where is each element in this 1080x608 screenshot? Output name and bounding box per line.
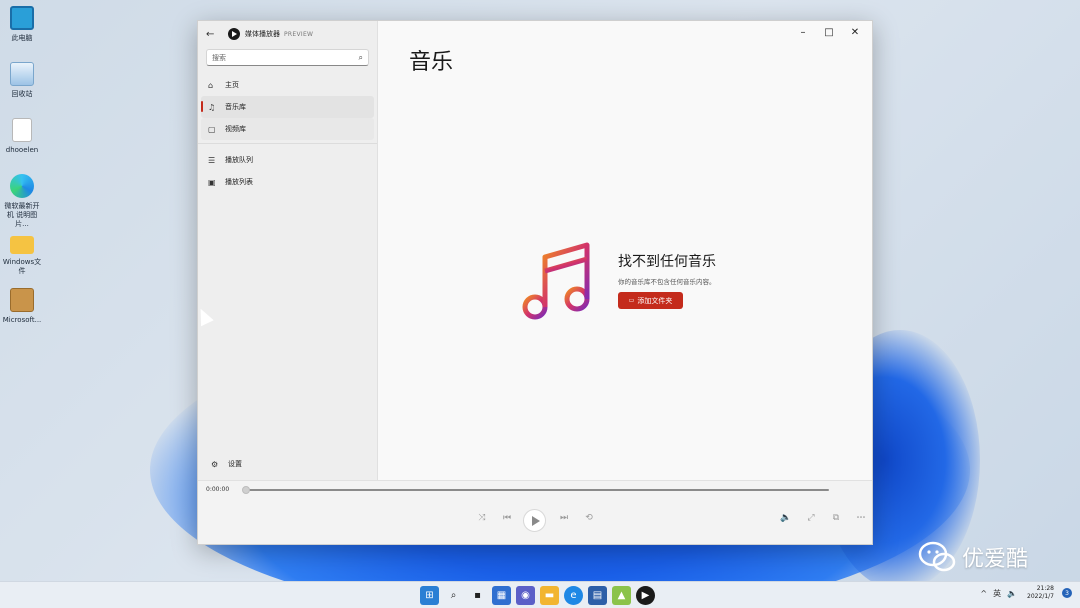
preview-tag: PREVIEW <box>284 30 314 38</box>
clock-time: 21:28 <box>1036 585 1054 592</box>
edge-icon <box>10 174 34 198</box>
playlist-icon: ▣ <box>208 177 216 187</box>
nav-item-play-queue[interactable]: ☰ 播放队列 <box>201 149 374 171</box>
seek-thumb[interactable] <box>242 486 250 494</box>
desktop-icon-label: 微软最新开机 说明图片... <box>4 202 40 228</box>
search-icon[interactable]: ⌕ <box>359 53 363 63</box>
app-title: 媒体播放器 <box>245 30 280 38</box>
volume-icon[interactable]: 🔈 <box>779 513 793 523</box>
nav-item-music-library[interactable]: ♫ 音乐库 <box>201 96 374 118</box>
recycle-bin-icon <box>10 62 34 86</box>
clock[interactable]: 21:28 2022/1/7 <box>1027 585 1054 601</box>
chevron-up-icon[interactable]: ^ <box>980 589 987 598</box>
folder-icon <box>10 236 34 254</box>
start-icon[interactable]: ⊞ <box>420 586 439 605</box>
desktop-icon-this-pc[interactable]: 此电脑 <box>2 6 42 43</box>
nav-divider <box>198 143 377 144</box>
music-note-illustration-icon <box>522 242 590 320</box>
search-input[interactable]: 搜索 ⌕ <box>206 49 369 66</box>
clock-date: 2022/1/7 <box>1027 593 1054 600</box>
folder-add-icon: ▭ <box>628 297 635 304</box>
desktop-icon-label: Windows文件 <box>2 258 42 275</box>
nav-item-settings[interactable]: ⚙ 设置 <box>204 453 378 475</box>
desktop-icon-folder[interactable]: Windows文件 <box>2 232 42 276</box>
sidebar: ← 媒体播放器 PREVIEW 搜索 ⌕ ⌂ 主页 ♫ 音乐库 ▢ 视频库 ☰ … <box>198 21 378 480</box>
notification-badge[interactable]: 3 <box>1062 588 1072 598</box>
nav-item-label: 播放列表 <box>225 178 253 186</box>
seek-bar[interactable] <box>246 489 829 491</box>
system-tray: ^ 英 🔈 21:28 2022/1/7 3 <box>974 585 1072 601</box>
watermark-text: 优爱酷 <box>962 547 1029 572</box>
gear-icon: ⚙ <box>211 459 219 469</box>
previous-icon[interactable]: ⏮ <box>500 513 514 523</box>
file-explorer-icon[interactable]: ▬ <box>540 586 559 605</box>
music-note-icon: ♫ <box>208 102 216 112</box>
chat-icon[interactable]: ◉ <box>516 586 535 605</box>
nav-item-label: 播放队列 <box>225 156 253 164</box>
nav-item-video-library[interactable]: ▢ 视频库 <box>201 118 374 140</box>
app-header: ← 媒体播放器 PREVIEW <box>198 21 377 47</box>
play-button[interactable] <box>523 509 546 532</box>
next-icon[interactable]: ⏭ <box>557 513 571 523</box>
selection-indicator <box>201 101 203 112</box>
nav-item-home[interactable]: ⌂ 主页 <box>201 74 374 96</box>
taskbar: ⊞ ⌕ ▪ ▦ ◉ ▬ e ▤ ▲ ▶ ^ 英 🔈 21:28 2022/1/7… <box>0 581 1080 608</box>
edge-icon[interactable]: e <box>564 586 583 605</box>
shuffle-icon[interactable]: ⤨ <box>475 513 489 523</box>
empty-subtext: 你的音乐库不包含任何音乐内容。 <box>618 278 716 286</box>
window-controls: – □ ✕ <box>790 23 868 41</box>
app-logo-icon <box>228 28 240 40</box>
elapsed-time: 0:00:00 <box>206 486 230 493</box>
desktop-icon-file[interactable]: dhooelen <box>2 118 42 155</box>
language-indicator[interactable]: 英 <box>993 588 1001 599</box>
wechat-logo-icon <box>918 541 956 572</box>
store-icon[interactable]: ▤ <box>588 586 607 605</box>
search-placeholder: 搜索 <box>212 53 226 62</box>
taskbar-apps: ⊞ ⌕ ▪ ▦ ◉ ▬ e ▤ ▲ ▶ <box>420 586 660 605</box>
desktop-icon-recycle-bin[interactable]: 回收站 <box>2 62 42 99</box>
desktop-icon-label: 回收站 <box>11 90 33 98</box>
file-icon <box>12 118 32 142</box>
add-folder-label: 添加文件夹 <box>637 296 673 305</box>
desktop-icon-package[interactable]: Microsoft... <box>2 288 42 325</box>
desktop-icon-label: 此电脑 <box>11 34 33 42</box>
player-bar: 0:00:00 ⤨ ⏮ ⏭ ⟲ 🔈 ⤢ ⧉ ⋯ <box>198 480 872 544</box>
speaker-icon[interactable]: 🔈 <box>1007 589 1017 598</box>
nav-list: ⌂ 主页 ♫ 音乐库 ▢ 视频库 ☰ 播放队列 ▣ 播放列表 <box>198 74 377 193</box>
home-icon: ⌂ <box>208 80 214 90</box>
mini-player-icon[interactable]: ⧉ <box>829 513 843 523</box>
media-player-icon[interactable]: ▶ <box>636 586 655 605</box>
video-icon: ▢ <box>208 124 216 134</box>
nav-item-label: 音乐库 <box>225 103 246 111</box>
minimize-button[interactable]: – <box>790 23 816 41</box>
package-icon <box>10 288 34 312</box>
empty-state: 找不到任何音乐 你的音乐库不包含任何音乐内容。 ▭ 添加文件夹 <box>522 237 716 323</box>
widgets-icon[interactable]: ▦ <box>492 586 511 605</box>
computer-icon <box>10 6 34 30</box>
android-icon[interactable]: ▲ <box>612 586 631 605</box>
nav-item-label: 设置 <box>228 460 242 468</box>
page-title: 音乐 <box>409 50 454 75</box>
desktop-icon-label: Microsoft... <box>2 316 42 324</box>
media-player-window: ← 媒体播放器 PREVIEW 搜索 ⌕ ⌂ 主页 ♫ 音乐库 ▢ 视频库 ☰ … <box>197 20 873 545</box>
nav-item-label: 主页 <box>225 81 239 89</box>
back-arrow-icon[interactable]: ← <box>206 29 220 40</box>
add-folder-button[interactable]: ▭ 添加文件夹 <box>618 292 683 309</box>
maximize-button[interactable]: □ <box>816 23 842 41</box>
desktop-icon-edge[interactable]: 微软最新开机 说明图片... <box>2 174 42 229</box>
main-content: – □ ✕ 音乐 找不到任何音乐 你的音乐库不包含任何音乐内容。 ▭ 添加文件夹 <box>378 21 872 480</box>
search-icon[interactable]: ⌕ <box>444 586 463 605</box>
fullscreen-icon[interactable]: ⤢ <box>804 513 818 523</box>
nav-item-playlists[interactable]: ▣ 播放列表 <box>201 171 374 193</box>
empty-heading: 找不到任何音乐 <box>618 254 716 270</box>
close-button[interactable]: ✕ <box>842 23 868 41</box>
nav-item-label: 视频库 <box>225 125 246 133</box>
task-view-icon[interactable]: ▪ <box>468 586 487 605</box>
queue-icon: ☰ <box>208 155 216 165</box>
more-options-icon[interactable]: ⋯ <box>854 513 868 523</box>
repeat-icon[interactable]: ⟲ <box>582 513 596 523</box>
watermark: 优爱酷 <box>918 540 1028 574</box>
desktop-icon-label: dhooelen <box>5 146 39 154</box>
